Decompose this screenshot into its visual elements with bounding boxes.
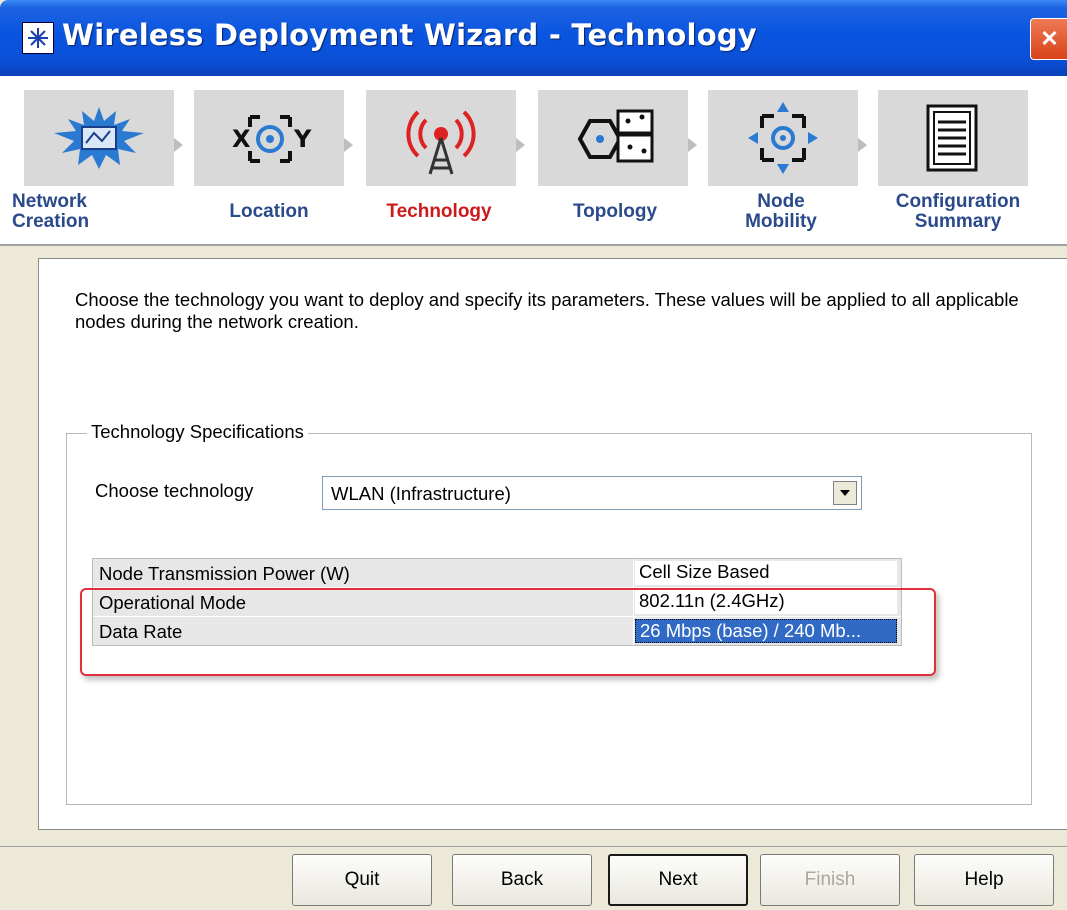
back-button[interactable]: Back: [452, 854, 592, 906]
window-title: Wireless Deployment Wizard - Technology: [62, 18, 757, 52]
svg-text:X: X: [232, 125, 251, 153]
mobility-arrows-icon: [708, 90, 858, 186]
step-arrow: [344, 138, 353, 152]
technology-dropdown-value: WLAN (Infrastructure): [331, 483, 511, 504]
step-label-node-mobility: Node Mobility: [745, 191, 817, 232]
close-icon: ✕: [1040, 26, 1059, 51]
step-arrow: [174, 138, 183, 152]
help-button[interactable]: Help: [914, 854, 1054, 906]
step-label-network-creation: Network Creation: [12, 191, 90, 232]
header-divider: [0, 244, 1067, 246]
step-configuration-summary: Configuration Summary: [878, 90, 1028, 232]
step-arrow: [516, 138, 525, 152]
antenna-tower-icon: [366, 90, 516, 186]
finish-button[interactable]: Finish: [760, 854, 900, 906]
step-label-location: Location: [229, 201, 309, 222]
step-topology: Topology: [538, 90, 697, 222]
step-arrow: [858, 138, 867, 152]
parameter-value[interactable]: Cell Size Based: [635, 561, 897, 585]
step-label-configuration-summary: Configuration Summary: [895, 191, 1021, 232]
parameter-row[interactable]: Node Transmission Power (W) Cell Size Ba…: [93, 559, 901, 588]
next-button[interactable]: Next: [608, 854, 748, 906]
step-label-topology: Topology: [572, 201, 658, 222]
title-bar[interactable]: Wireless Deployment Wizard - Technology …: [0, 0, 1067, 76]
step-network-creation: Network Creation: [12, 90, 183, 232]
dropdown-button[interactable]: [833, 481, 857, 505]
network-icon: [24, 90, 174, 186]
parameter-name: Node Transmission Power (W): [99, 563, 350, 584]
step-label-technology: Technology: [386, 201, 492, 222]
choose-technology-label: Choose technology: [95, 480, 254, 501]
highlight-box: [80, 588, 936, 676]
wizard-steps: Network Creation X Y Location Technology…: [0, 76, 1067, 246]
svg-text:Y: Y: [293, 125, 312, 153]
technology-dropdown[interactable]: WLAN (Infrastructure): [322, 476, 862, 510]
wizard-window: Wireless Deployment Wizard - Technology …: [0, 0, 1067, 910]
chevron-down-icon: [840, 490, 850, 496]
content-panel: Choose the technology you want to deploy…: [38, 258, 1067, 830]
document-icon: [878, 90, 1028, 186]
group-title: Technology Specifications: [87, 421, 308, 443]
footer-divider: [0, 846, 1067, 847]
location-xy-icon: X Y: [194, 90, 344, 186]
step-location: X Y Location: [194, 90, 353, 222]
topology-icon: [538, 90, 688, 186]
instructions-text: Choose the technology you want to deploy…: [75, 289, 1019, 332]
quit-button[interactable]: Quit: [292, 854, 432, 906]
close-button[interactable]: ✕: [1030, 18, 1067, 60]
app-icon: [22, 22, 54, 54]
step-node-mobility: Node Mobility: [708, 90, 867, 232]
step-arrow: [688, 138, 697, 152]
step-technology: Technology: [366, 90, 525, 222]
